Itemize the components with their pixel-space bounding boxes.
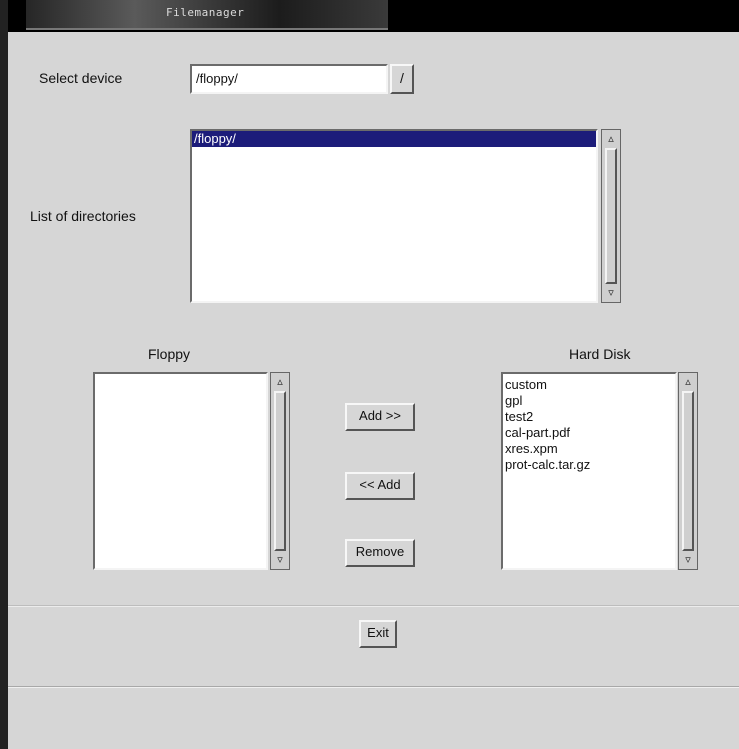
list-item[interactable]: gpl — [503, 393, 675, 409]
title-tab[interactable]: Filemanager — [26, 0, 388, 30]
add-to-harddisk-button[interactable]: Add >> — [345, 403, 415, 431]
separator — [8, 686, 739, 688]
remove-button[interactable]: Remove — [345, 539, 415, 567]
directory-item[interactable]: /floppy/ — [192, 131, 596, 147]
list-item[interactable]: xres.xpm — [503, 441, 675, 457]
list-item[interactable]: cal-part.pdf — [503, 425, 675, 441]
scroll-down-icon[interactable]: ▿ — [682, 553, 694, 567]
harddisk-label: Hard Disk — [569, 346, 631, 362]
scroll-up-icon[interactable]: ▵ — [274, 375, 286, 389]
directories-scrollbar[interactable]: ▵ ▿ — [601, 129, 621, 303]
device-dropdown-button[interactable]: / — [390, 64, 414, 94]
scroll-thumb[interactable] — [274, 391, 286, 551]
floppy-list[interactable] — [93, 372, 268, 570]
floppy-label: Floppy — [148, 346, 191, 362]
floppy-scrollbar[interactable]: ▵ ▿ — [270, 372, 290, 570]
title-bar[interactable]: Filemanager — [8, 0, 739, 32]
scroll-down-icon[interactable]: ▿ — [605, 286, 617, 300]
select-device-label: Select device — [39, 70, 123, 86]
harddisk-list[interactable]: custom gpl test2 cal-part.pdf xres.xpm p… — [501, 372, 677, 570]
list-item[interactable]: custom — [503, 377, 675, 393]
harddisk-scrollbar[interactable]: ▵ ▿ — [678, 372, 698, 570]
window-title: Filemanager — [166, 6, 245, 19]
device-value: /floppy/ — [196, 71, 238, 86]
scroll-thumb[interactable] — [605, 148, 617, 284]
list-item[interactable]: test2 — [503, 409, 675, 425]
scroll-down-icon[interactable]: ▿ — [274, 553, 286, 567]
scroll-up-icon[interactable]: ▵ — [605, 132, 617, 146]
directories-list[interactable]: /floppy/ — [190, 129, 598, 303]
list-item[interactable]: prot-calc.tar.gz — [503, 457, 675, 473]
separator — [8, 605, 739, 607]
scroll-thumb[interactable] — [682, 391, 694, 551]
exit-button[interactable]: Exit — [359, 620, 397, 648]
window-frame-left — [0, 0, 8, 749]
device-field[interactable]: /floppy/ — [190, 64, 388, 94]
filemanager-window: Filemanager Select device /floppy/ / Lis… — [0, 0, 739, 749]
add-to-floppy-button[interactable]: << Add — [345, 472, 415, 500]
scroll-up-icon[interactable]: ▵ — [682, 375, 694, 389]
directories-label: List of directories — [30, 208, 136, 224]
